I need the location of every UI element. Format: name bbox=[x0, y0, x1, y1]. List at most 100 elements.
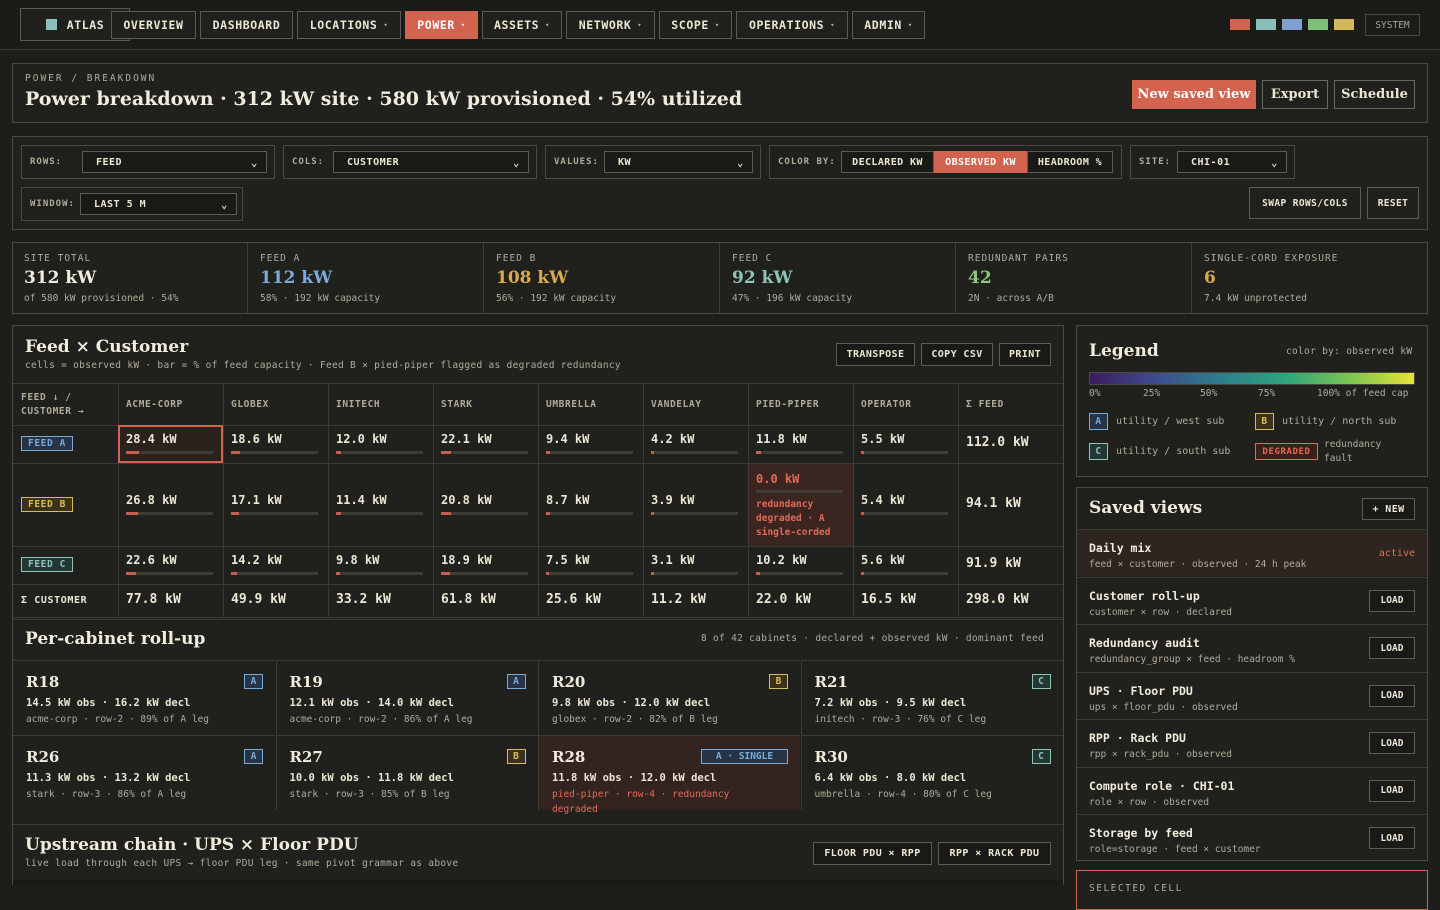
cabinet-name: R28 bbox=[552, 748, 586, 766]
reset-button[interactable]: RESET bbox=[1367, 187, 1419, 219]
nav-network[interactable]: NETWORK ▾ bbox=[566, 11, 655, 39]
color-by-observed[interactable]: OBSERVED KW bbox=[934, 151, 1027, 173]
saved-view-item[interactable]: UPS · Floor PDU ups × floor_pdu · observe… bbox=[1077, 671, 1427, 719]
column-total: 22.0 kW bbox=[756, 592, 811, 607]
col-header[interactable]: INITECH bbox=[336, 399, 380, 410]
cabinet-feed-tag: A bbox=[506, 674, 526, 689]
col-header[interactable]: OPERATOR bbox=[861, 399, 912, 410]
cabinet-card[interactable]: R20 B 9.8 kW obs · 12.0 kW decl globex ·… bbox=[538, 660, 800, 735]
nav-assets[interactable]: ASSETS ▾ bbox=[482, 11, 562, 39]
chevron-down-icon: ⌄ bbox=[250, 156, 258, 169]
col-header[interactable]: VANDELAY bbox=[651, 399, 702, 410]
theme-swatch[interactable] bbox=[1256, 19, 1276, 30]
nav-locations[interactable]: LOCATIONS ▾ bbox=[297, 11, 401, 39]
cabinet-card[interactable]: R18 A 14.5 kW obs · 16.2 kW decl acme-co… bbox=[13, 660, 275, 735]
swap-rows-cols-button[interactable]: SWAP ROWS/COLS bbox=[1249, 187, 1361, 219]
cabinet-values: 6.4 kW obs · 8.0 kW decl bbox=[814, 772, 967, 784]
kpi-sub: 58% · 192 kW capacity bbox=[260, 293, 381, 304]
saved-view-item[interactable]: RPP · Rack PDU rpp × rack_pdu · observed L… bbox=[1077, 719, 1427, 766]
legend-gradient bbox=[1089, 372, 1415, 385]
nav-admin[interactable]: ADMIN ▾ bbox=[852, 11, 925, 39]
nav-operations[interactable]: OPERATIONS ▾ bbox=[736, 11, 848, 39]
rpp-rack-pdu-button[interactable]: RPP × RACK PDU bbox=[938, 842, 1051, 865]
theme-swatch[interactable] bbox=[1308, 19, 1328, 30]
pivot-title: Feed × Customer bbox=[25, 337, 189, 357]
print-button[interactable]: PRINT bbox=[999, 343, 1051, 366]
window-select[interactable]: LAST 5 M ⌄ bbox=[80, 193, 237, 215]
theme-swatch[interactable] bbox=[1230, 19, 1250, 30]
values-select[interactable]: KW ⌄ bbox=[604, 151, 753, 173]
saved-view-item[interactable]: Customer roll-up customer × row · declare… bbox=[1077, 576, 1427, 624]
col-header[interactable]: PIED-PIPER bbox=[756, 399, 819, 410]
saved-view-item[interactable]: Daily mix feed × customer · observed · 24… bbox=[1077, 529, 1427, 576]
saved-view-name: Compute role · CHI-01 bbox=[1089, 778, 1235, 793]
saved-view-item[interactable]: Redundancy audit redundancy_group × feed … bbox=[1077, 624, 1427, 671]
row-header-tag[interactable]: FEED A bbox=[21, 436, 73, 451]
kpi-value: 6 bbox=[1204, 268, 1216, 288]
load-button[interactable]: LOAD bbox=[1369, 827, 1415, 849]
column-total: 25.6 kW bbox=[546, 592, 601, 607]
kpi-sub: of 580 kW provisioned · 54% bbox=[24, 293, 179, 304]
cabinet-card[interactable]: R26 A 11.3 kW obs · 13.2 kW decl stark ·… bbox=[13, 735, 275, 810]
cabinet-name: R19 bbox=[289, 673, 323, 691]
rows-select[interactable]: FEED ⌄ bbox=[82, 151, 267, 173]
color-by-headroom[interactable]: HEADROOM % bbox=[1027, 151, 1113, 173]
cell-bar bbox=[336, 451, 423, 454]
cabinet-card[interactable]: R19 A 12.1 kW obs · 14.0 kW decl acme-co… bbox=[275, 660, 538, 735]
theme-swatch[interactable] bbox=[1334, 19, 1354, 30]
col-header[interactable]: ACME-CORP bbox=[126, 399, 183, 410]
schedule-button[interactable]: Schedule bbox=[1334, 80, 1415, 109]
load-button[interactable]: LOAD bbox=[1369, 637, 1415, 659]
corner-header-rows: FEED ↓ / bbox=[21, 392, 72, 403]
transpose-button[interactable]: TRANSPOSE bbox=[836, 343, 915, 366]
load-button[interactable]: LOAD bbox=[1369, 779, 1415, 802]
cabinet-meta: initech · row-3 · 76% of C leg bbox=[814, 714, 987, 725]
load-button[interactable]: LOAD bbox=[1369, 589, 1415, 612]
cabinet-card[interactable]: R21 C 7.2 kW obs · 9.5 kW decl initech ·… bbox=[800, 660, 1063, 735]
saved-view-item[interactable]: Storage by feed role=storage · feed × cus… bbox=[1077, 814, 1427, 861]
nav-power[interactable]: POWER ▾ bbox=[405, 11, 478, 39]
saved-view-name: Redundancy audit bbox=[1089, 636, 1200, 650]
col-header[interactable]: UMBRELLA bbox=[546, 399, 597, 410]
cabinet-card[interactable]: R27 B 10.0 kW obs · 11.8 kW decl stark ·… bbox=[275, 735, 538, 810]
cell-bar bbox=[546, 511, 633, 515]
theme-swatch[interactable] bbox=[1282, 19, 1302, 30]
pivot-cell-value: 4.2 kW bbox=[651, 432, 695, 446]
row-total: 94.1 kW bbox=[966, 495, 1021, 511]
cabinet-rollup-meta: 8 of 42 cabinets · declared + observed k… bbox=[701, 633, 1045, 644]
col-header[interactable]: GLOBEX bbox=[231, 399, 269, 410]
load-button[interactable]: LOAD bbox=[1369, 684, 1415, 707]
pivot-cell-value: 5.4 kW bbox=[861, 492, 905, 507]
system-button[interactable]: SYSTEM bbox=[1365, 14, 1420, 36]
new-saved-view-button[interactable]: New saved view bbox=[1132, 80, 1256, 109]
saved-view-item[interactable]: Compute role · CHI-01 role × row · observ… bbox=[1077, 766, 1427, 814]
nav-scope[interactable]: SCOPE ▾ bbox=[659, 11, 732, 39]
new-view-button[interactable]: + NEW bbox=[1362, 498, 1415, 520]
copy-csv-button[interactable]: COPY CSV bbox=[921, 343, 993, 366]
cabinet-card[interactable]: R30 C 6.4 kW obs · 8.0 kW decl umbrella … bbox=[800, 735, 1063, 810]
nav-overview[interactable]: OVERVIEW bbox=[111, 11, 196, 39]
export-button[interactable]: Export bbox=[1262, 80, 1328, 109]
cabinet-card[interactable]: R28 A · SINGLE 11.8 kW obs · 12.0 kW dec… bbox=[538, 735, 800, 815]
pivot-cell-value: 5.5 kW bbox=[861, 432, 905, 446]
cell-bar bbox=[231, 511, 318, 515]
pivot-cell-value: 18.9 kW bbox=[441, 553, 492, 567]
rows-label: ROWS: bbox=[30, 157, 63, 167]
site-select[interactable]: CHI-01 ⌄ bbox=[1177, 151, 1287, 173]
cols-select[interactable]: CUSTOMER ⌄ bbox=[333, 151, 529, 173]
cabinet-name: R21 bbox=[814, 673, 848, 691]
column-total: 11.2 kW bbox=[651, 592, 706, 607]
col-header[interactable]: Σ FEED bbox=[966, 399, 1004, 410]
site-control: SITE: CHI-01 ⌄ bbox=[1130, 145, 1295, 179]
row-header-tag[interactable]: FEED C bbox=[21, 557, 73, 572]
nav-dashboard[interactable]: DASHBOARD bbox=[200, 11, 293, 39]
col-header[interactable]: STARK bbox=[441, 399, 473, 410]
pivot-cell-value: 17.1 kW bbox=[231, 492, 282, 507]
saved-view-name: UPS · Floor PDU bbox=[1089, 683, 1193, 698]
cabinet-name: R30 bbox=[814, 748, 848, 766]
window-control: WINDOW: LAST 5 M ⌄ bbox=[21, 187, 243, 221]
load-button[interactable]: LOAD bbox=[1369, 732, 1415, 754]
row-header-tag[interactable]: FEED B bbox=[21, 496, 73, 512]
color-by-declared[interactable]: DECLARED KW bbox=[841, 151, 934, 173]
floor-pdu-rpp-button[interactable]: FLOOR PDU × RPP bbox=[813, 842, 932, 865]
